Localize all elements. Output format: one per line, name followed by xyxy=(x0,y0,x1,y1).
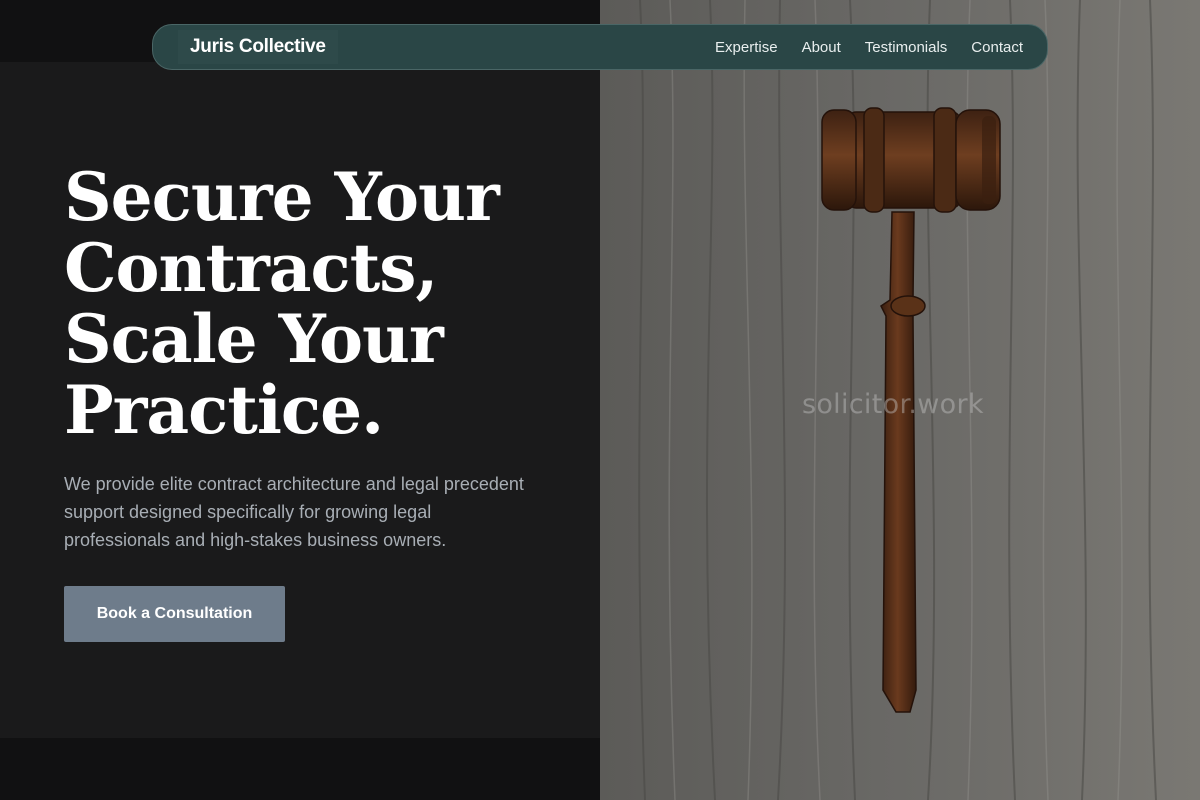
hero-title-line: Contracts, xyxy=(64,229,438,307)
hero-title: Secure Your Contracts, Scale Your Practi… xyxy=(64,162,584,446)
nav-link-contact[interactable]: Contact xyxy=(971,39,1023,56)
watermark-text: solicitor.work xyxy=(802,389,984,420)
nav-link-testimonials[interactable]: Testimonials xyxy=(865,39,948,56)
hero-subtitle: We provide elite contract architecture a… xyxy=(64,474,524,550)
brand-logo[interactable]: Juris Collective xyxy=(178,30,338,64)
nav-links: Expertise About Testimonials Contact xyxy=(715,39,1023,56)
hero-image: solicitor.work xyxy=(600,0,1200,800)
top-navbar: Juris Collective Expertise About Testimo… xyxy=(152,24,1048,70)
hero-title-line: Scale Your xyxy=(64,300,444,378)
nav-link-about[interactable]: About xyxy=(802,39,841,56)
hero-title-line: Secure Your xyxy=(64,158,500,236)
hero-title-line: Practice. xyxy=(64,371,384,449)
book-consultation-button[interactable]: Book a Consultation xyxy=(64,586,285,642)
nav-link-expertise[interactable]: Expertise xyxy=(715,39,778,56)
